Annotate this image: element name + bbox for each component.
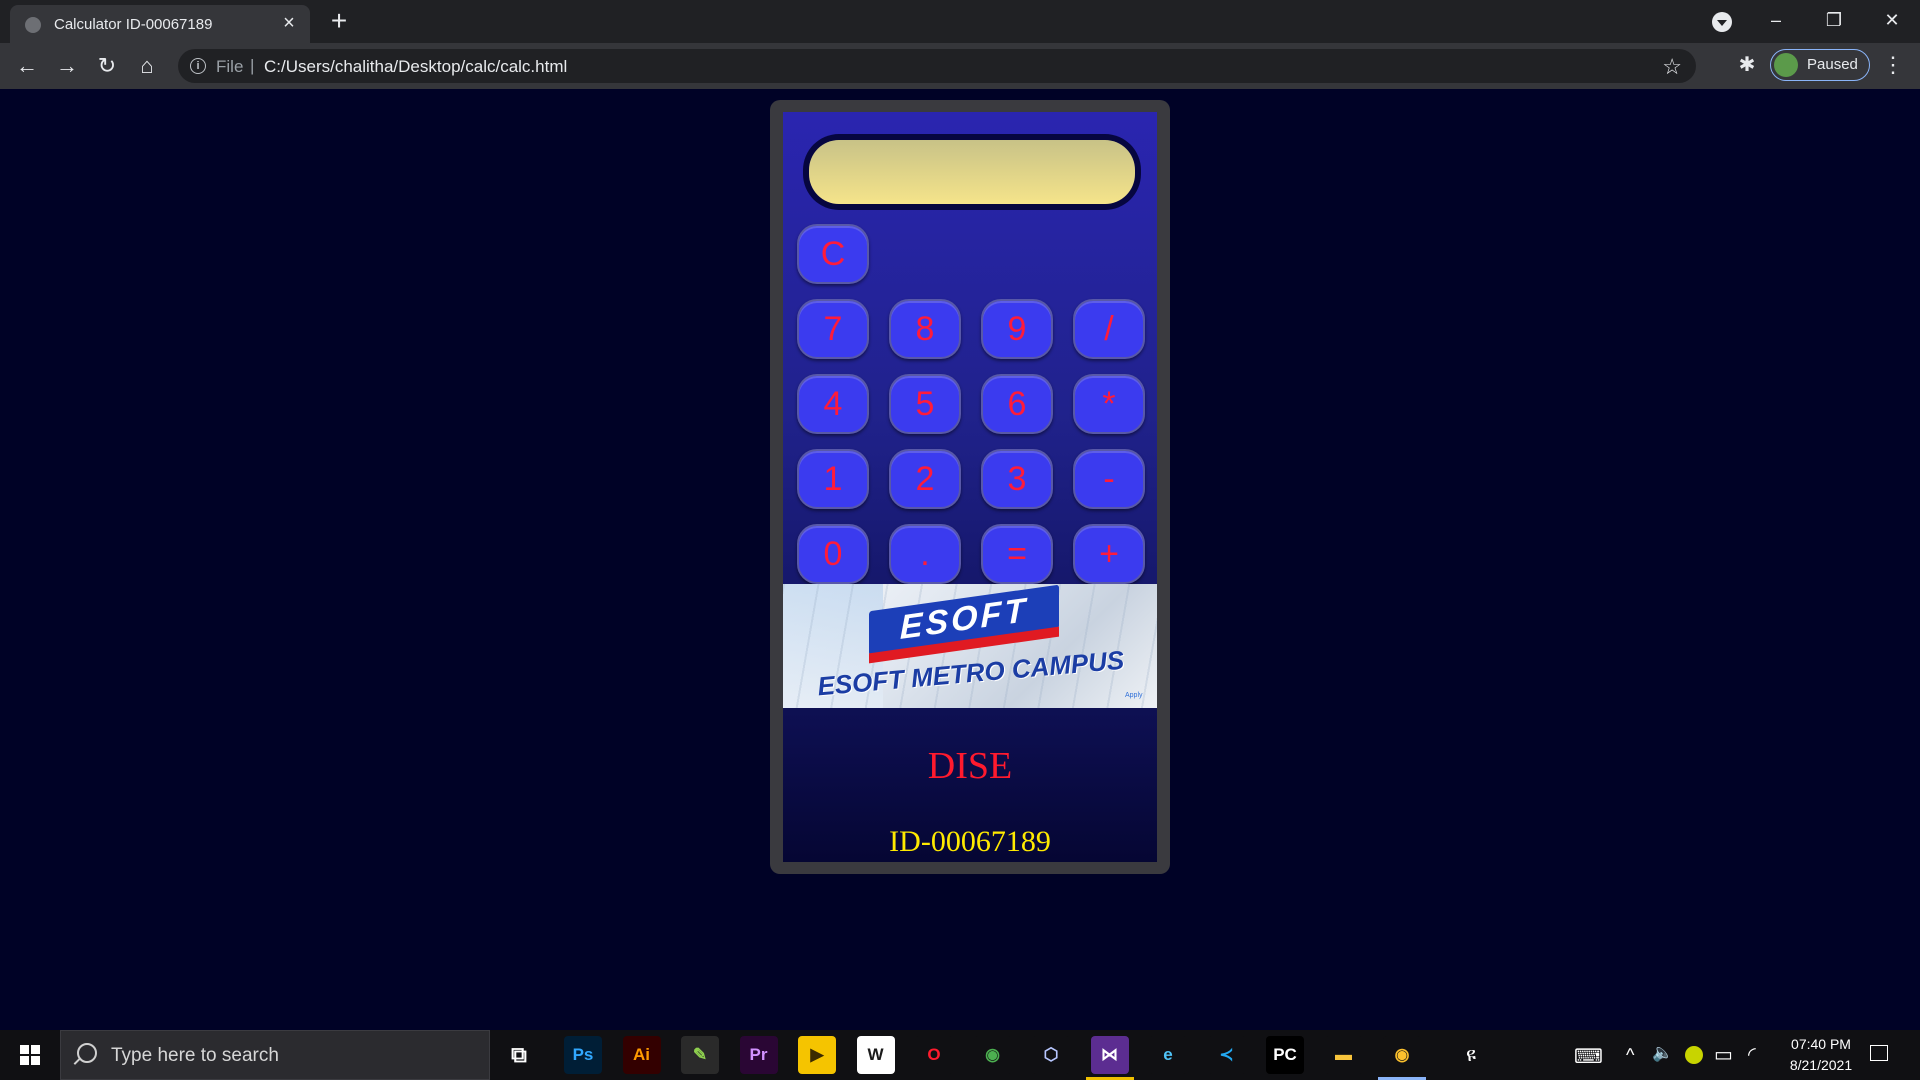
edge-icon[interactable]: e [1149,1036,1187,1074]
start-button[interactable] [0,1030,60,1080]
extensions-icon[interactable]: ✱ [1734,52,1760,78]
key-6[interactable]: 6 [981,374,1053,434]
display-bezel [803,134,1141,210]
virtualbox-icon[interactable]: ⬡ [1032,1036,1070,1074]
reload-icon[interactable]: ↻ [92,51,122,81]
key-2[interactable]: 2 [889,449,961,509]
battery-icon[interactable]: ▭ [1714,1042,1733,1067]
tab-title: Calculator ID-00067189 [54,16,213,33]
bookmark-star-icon[interactable]: ☆ [1662,54,1682,80]
course-label: DISE [927,745,1013,787]
wps-icon[interactable]: W [856,1036,895,1074]
tab-close-icon[interactable]: × [278,12,300,34]
banner-apply-text: Apply [1125,692,1143,699]
info-icon[interactable]: i [190,58,206,74]
photoshop-icon[interactable]: Ps [564,1036,602,1074]
notepad-plus-icon[interactable]: ✎ [681,1036,719,1074]
url-separator: | [250,56,255,75]
media-player-icon[interactable]: ▶ [798,1036,836,1074]
back-arrow-icon[interactable]: ← [12,51,42,81]
chrome-active-icon[interactable]: ◉ [1383,1036,1421,1074]
key-add[interactable]: + [1073,524,1145,584]
task-view-icon[interactable]: ⧉ [500,1036,538,1074]
key-3[interactable]: 3 [981,449,1053,509]
url-scheme: File [216,57,244,76]
search-icon [77,1043,97,1063]
address-bar[interactable]: i File | C:/Users/chalitha/Desktop/calc/… [178,49,1696,83]
kebab-menu-icon[interactable]: ⋮ [1880,52,1906,78]
minimize-button[interactable]: – [1748,0,1804,40]
key-4[interactable]: 4 [797,374,869,434]
forward-arrow-icon[interactable]: → [52,51,82,81]
key-subtract[interactable]: - [1073,449,1145,509]
avatar [1774,53,1798,77]
premiere-icon[interactable]: Pr [739,1036,778,1074]
pycharm-icon[interactable]: PC [1266,1036,1304,1074]
new-tab-button[interactable]: + [324,6,354,36]
calculator-frame: C 7 8 9 / 4 5 6 * 1 2 3 - 0 . = + ESOFT … [770,100,1170,874]
globe-icon [25,17,41,33]
notification-icon[interactable] [1870,1045,1888,1061]
key-9[interactable]: 9 [981,299,1053,359]
calculator-body: C 7 8 9 / 4 5 6 * 1 2 3 - 0 . = + ESOFT … [783,112,1157,862]
key-multiply[interactable]: * [1073,374,1145,434]
windows-logo-icon [20,1045,40,1065]
key-equals[interactable]: = [981,524,1053,584]
clock-date[interactable]: 8/21/2021 [1776,1057,1866,1073]
key-1[interactable]: 1 [797,449,869,509]
keyboard-icon[interactable]: ⌨ [1574,1044,1603,1069]
campus-banner-image: ESOFT ESOFT METRO CAMPUS Apply [783,584,1157,708]
volume-icon[interactable]: 🔈 [1652,1043,1673,1063]
illustrator-icon[interactable]: Ai [622,1036,661,1074]
calculator-display[interactable] [809,140,1135,204]
browser-toolbar: ← → ↻ ⌂ i File | C:/Users/chalitha/Deskt… [0,43,1920,89]
student-id-label: ID-00067189 [889,825,1051,858]
url-text[interactable]: C:/Users/chalitha/Desktop/calc/calc.html [264,57,567,77]
taskbar: Type here to search ⧉ Ps Ai ✎ Pr ▶ W O ◉ ⬡ ⋈ e ≺ PC ▬… [0,1030,1920,1080]
restore-button[interactable]: ❐ [1806,0,1862,40]
wifi-icon[interactable]: ◜ [1748,1042,1756,1067]
search-placeholder: Type here to search [111,1045,279,1066]
profile-button[interactable]: Paused [1770,49,1870,81]
key-decimal[interactable]: . [889,524,961,584]
vscode-icon[interactable]: ≺ [1207,1036,1246,1074]
file-explorer-icon[interactable]: ▬ [1324,1036,1363,1074]
chevron-up-icon[interactable]: ^ [1626,1045,1634,1066]
update-icon[interactable] [1685,1046,1703,1064]
close-window-button[interactable]: ✕ [1864,0,1920,40]
key-clear[interactable]: C [797,224,869,284]
tab-calculator[interactable]: Calculator ID-00067189 × [10,5,310,43]
visual-studio-icon[interactable]: ⋈ [1090,1036,1129,1074]
key-divide[interactable]: / [1073,299,1145,359]
home-icon[interactable]: ⌂ [132,51,162,81]
profile-status-label: Paused [1807,56,1858,73]
taskbar-search-box[interactable]: Type here to search [60,1030,490,1080]
clock-time[interactable]: 07:40 PM [1776,1036,1866,1052]
people-icon[interactable]: ዩ [1452,1036,1490,1074]
chrome-icon[interactable]: ◉ [973,1036,1012,1074]
tab-search-icon[interactable] [1712,12,1732,32]
key-8[interactable]: 8 [889,299,961,359]
key-5[interactable]: 5 [889,374,961,434]
tab-strip: Calculator ID-00067189 × + – ❐ ✕ [0,0,1920,43]
opera-icon[interactable]: O [915,1036,953,1074]
key-7[interactable]: 7 [797,299,869,359]
key-0[interactable]: 0 [797,524,869,584]
